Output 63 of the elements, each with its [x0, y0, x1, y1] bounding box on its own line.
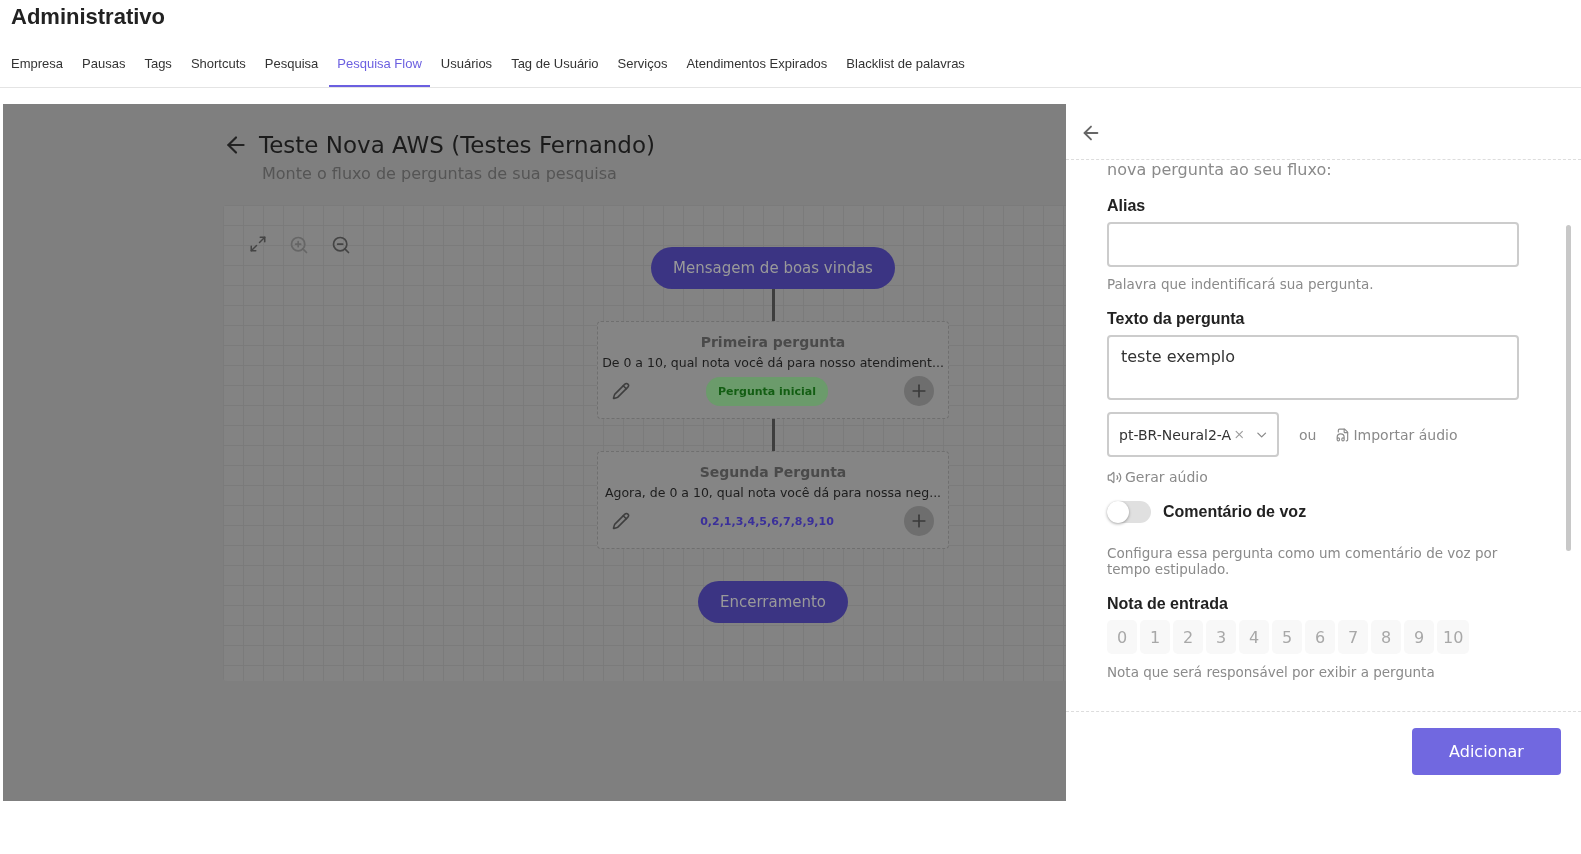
flow-title: Teste Nova AWS (Testes Fernando) [259, 132, 655, 158]
pencil-icon[interactable] [612, 512, 630, 530]
tab[interactable]: Serviços [609, 38, 676, 87]
import-audio-link[interactable]: Importar áudio [1336, 426, 1458, 443]
voice-comment-switch[interactable] [1107, 501, 1151, 523]
note-option[interactable]: 4 [1239, 620, 1269, 654]
field-label: Texto da pergunta [1107, 310, 1246, 328]
file-icon [1336, 427, 1351, 442]
initial-badge: Pergunta inicial [706, 376, 828, 406]
tab[interactable]: Atendimentos Expirados [678, 38, 836, 87]
add-button[interactable] [904, 376, 934, 406]
tab[interactable]: Empresa [3, 38, 72, 87]
connector-line [771, 289, 775, 321]
add-button[interactable]: Adicionar [1412, 728, 1561, 775]
add-button[interactable] [904, 506, 934, 536]
field-hint: Nota que será responsável por exibir a pergunta [1107, 664, 1436, 680]
pencil-icon[interactable] [612, 382, 630, 400]
tab[interactable]: Pesquisa [256, 38, 327, 87]
field-hint: Configura essa pergunta como um comentário de voz por tempo estipulado. [1107, 545, 1499, 577]
question-node[interactable]: Segunda Pergunta Agora, de 0 a 10, qual nota você dá para nossa neg... 0,2,1,3,4,5,6,7,8,9,10 [597, 451, 949, 549]
note-option[interactable]: 6 [1305, 620, 1335, 654]
intro-text: nova pergunta ao seu fluxo: [1107, 160, 1333, 179]
question-title: Primeira pergunta [700, 334, 846, 350]
voice-select[interactable]: pt-BR-Neural2-A [1107, 412, 1279, 457]
note-option[interactable]: 3 [1206, 620, 1236, 654]
field-label: Alias [1107, 197, 1147, 215]
tab[interactable]: Pausas [74, 38, 134, 87]
note-option[interactable]: 7 [1338, 620, 1368, 654]
or-text: ou [1299, 426, 1317, 443]
page-title: Administrativo [10, 3, 167, 31]
generate-audio-link[interactable]: Gerar aúdio [1107, 469, 1535, 485]
switch-label: Comentário de voz [1163, 503, 1307, 521]
question-text: Agora, de 0 a 10, qual nota você dá para nossa neg... [604, 485, 942, 500]
tab[interactable]: Blacklist de palavras [838, 38, 973, 87]
field-hint: Palavra que indentificará sua pergunta. [1107, 276, 1375, 292]
alias-field[interactable] [1107, 222, 1519, 267]
note-option[interactable]: 8 [1371, 620, 1401, 654]
note-option[interactable]: 10 [1437, 620, 1470, 654]
note-option[interactable]: 9 [1404, 620, 1434, 654]
clear-icon[interactable] [1233, 428, 1246, 441]
tab[interactable]: Shortcuts [182, 38, 254, 87]
note-option[interactable]: 0 [1107, 620, 1137, 654]
tab[interactable]: Pesquisa Flow [329, 38, 430, 87]
question-node[interactable]: Primeira pergunta De 0 a 10, qual nota você dá para nosso atendiment... Pergunta inicial [597, 321, 949, 419]
zoom-out-icon[interactable] [331, 235, 351, 255]
field-label: Nota de entrada [1107, 595, 1229, 613]
start-node[interactable]: Mensagem de boas vindas [651, 247, 895, 289]
note-option[interactable]: 2 [1173, 620, 1203, 654]
question-text-field[interactable]: teste exemplo [1107, 335, 1519, 400]
connector-line [771, 419, 775, 451]
tab[interactable]: Tags [136, 38, 180, 87]
tab[interactable]: Tag de Usuário [503, 38, 607, 87]
question-title: Segunda Pergunta [699, 464, 847, 480]
question-text: De 0 a 10, qual nota você dá para nosso atendiment... [602, 355, 944, 370]
note-option[interactable]: 1 [1140, 620, 1170, 654]
zoom-in-icon[interactable] [289, 235, 309, 255]
note-option[interactable]: 5 [1272, 620, 1302, 654]
notes-label: 0,2,1,3,4,5,6,7,8,9,10 [699, 513, 835, 530]
end-node[interactable]: Encerramento [697, 581, 849, 623]
speaker-icon [1107, 469, 1122, 485]
tab[interactable]: Usuários [432, 38, 501, 87]
expand-icon[interactable] [249, 235, 267, 253]
scrollbar[interactable] [1566, 225, 1571, 551]
